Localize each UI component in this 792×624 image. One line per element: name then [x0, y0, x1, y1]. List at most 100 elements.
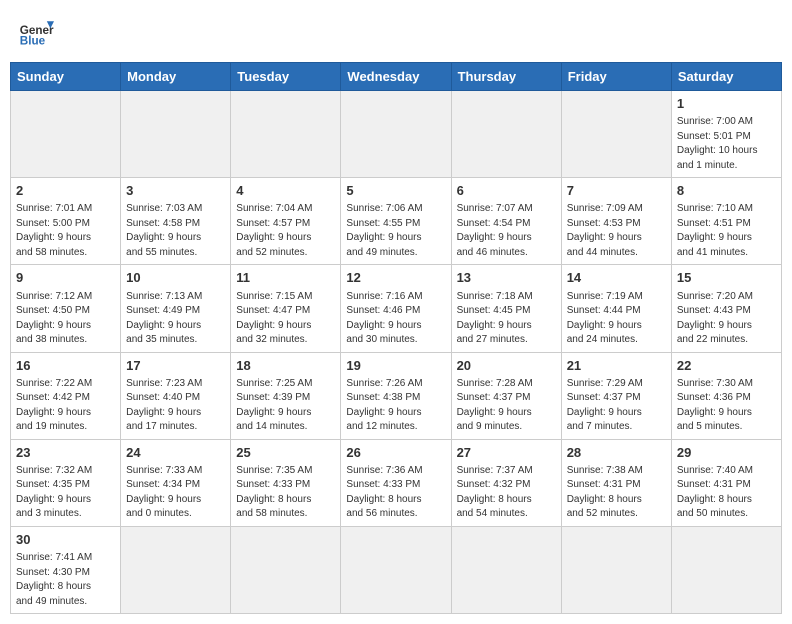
calendar-cell: 9 Sunrise: 7:12 AM Sunset: 4:50 PM Daylig… [11, 265, 121, 352]
day-info: Sunrise: 7:30 AM Sunset: 4:36 PM Dayligh… [677, 377, 776, 435]
calendar-cell [451, 526, 561, 613]
weekday-thursday: Thursday [451, 63, 561, 91]
calendar-cell: 26 Sunrise: 7:36 AM Sunset: 4:33 PM Dayli… [341, 439, 451, 526]
day-info: Sunrise: 7:37 AM Sunset: 4:32 PM Dayligh… [457, 464, 556, 522]
calendar-cell: 2 Sunrise: 7:01 AM Sunset: 5:00 PM Daylig… [11, 178, 121, 265]
week-row-2: 2 Sunrise: 7:01 AM Sunset: 5:00 PM Daylig… [11, 178, 782, 265]
calendar-cell: 30Sunrise: 7:41 AM Sunset: 4:30 PM Dayli… [11, 526, 121, 613]
day-info: Sunrise: 7:40 AM Sunset: 4:31 PM Dayligh… [677, 464, 776, 522]
day-number: 2 [16, 182, 115, 200]
day-number: 3 [126, 182, 225, 200]
calendar-cell: 10Sunrise: 7:13 AM Sunset: 4:49 PM Dayli… [121, 265, 231, 352]
day-number: 26 [346, 444, 445, 462]
day-info: Sunrise: 7:26 AM Sunset: 4:38 PM Dayligh… [346, 377, 445, 435]
calendar-cell: 28Sunrise: 7:38 AM Sunset: 4:31 PM Dayli… [561, 439, 671, 526]
calendar-cell [121, 526, 231, 613]
calendar-cell: 25 Sunrise: 7:35 AM Sunset: 4:33 PM Dayli… [231, 439, 341, 526]
calendar-cell: 1Sunrise: 7:00 AM Sunset: 5:01 PM Daylig… [671, 91, 781, 178]
week-row-4: 16 Sunrise: 7:22 AM Sunset: 4:42 PM Dayli… [11, 352, 782, 439]
page-header: General Blue [10, 10, 782, 54]
calendar-cell [561, 91, 671, 178]
day-number: 29 [677, 444, 776, 462]
calendar-cell: 17 Sunrise: 7:23 AM Sunset: 4:40 PM Dayli… [121, 352, 231, 439]
day-info: Sunrise: 7:29 AM Sunset: 4:37 PM Dayligh… [567, 377, 666, 435]
day-number: 25 [236, 444, 335, 462]
calendar-cell: 8 Sunrise: 7:10 AM Sunset: 4:51 PM Daylig… [671, 178, 781, 265]
day-info: Sunrise: 7:25 AM Sunset: 4:39 PM Dayligh… [236, 377, 335, 435]
day-number: 8 [677, 182, 776, 200]
day-number: 22 [677, 357, 776, 375]
calendar-cell [561, 526, 671, 613]
day-info: Sunrise: 7:12 AM Sunset: 4:50 PM Dayligh… [16, 290, 115, 348]
calendar-cell [121, 91, 231, 178]
calendar-cell: 29 Sunrise: 7:40 AM Sunset: 4:31 PM Dayli… [671, 439, 781, 526]
calendar-cell: 3 Sunrise: 7:03 AM Sunset: 4:58 PM Daylig… [121, 178, 231, 265]
day-number: 16 [16, 357, 115, 375]
calendar-cell [231, 91, 341, 178]
weekday-friday: Friday [561, 63, 671, 91]
day-info: Sunrise: 7:09 AM Sunset: 4:53 PM Dayligh… [567, 202, 666, 260]
calendar-cell: 12 Sunrise: 7:16 AM Sunset: 4:46 PM Dayli… [341, 265, 451, 352]
day-info: Sunrise: 7:35 AM Sunset: 4:33 PM Dayligh… [236, 464, 335, 522]
day-info: Sunrise: 7:20 AM Sunset: 4:43 PM Dayligh… [677, 290, 776, 348]
day-info: Sunrise: 7:13 AM Sunset: 4:49 PM Dayligh… [126, 290, 225, 348]
calendar-cell: 23Sunrise: 7:32 AM Sunset: 4:35 PM Dayli… [11, 439, 121, 526]
logo-icon: General Blue [18, 14, 54, 50]
day-info: Sunrise: 7:28 AM Sunset: 4:37 PM Dayligh… [457, 377, 556, 435]
day-info: Sunrise: 7:04 AM Sunset: 4:57 PM Dayligh… [236, 202, 335, 260]
day-info: Sunrise: 7:16 AM Sunset: 4:46 PM Dayligh… [346, 290, 445, 348]
weekday-saturday: Saturday [671, 63, 781, 91]
calendar-cell: 7Sunrise: 7:09 AM Sunset: 4:53 PM Daylig… [561, 178, 671, 265]
weekday-tuesday: Tuesday [231, 63, 341, 91]
day-number: 30 [16, 531, 115, 549]
day-info: Sunrise: 7:23 AM Sunset: 4:40 PM Dayligh… [126, 377, 225, 435]
svg-text:Blue: Blue [20, 35, 46, 48]
calendar-cell: 13 Sunrise: 7:18 AM Sunset: 4:45 PM Dayli… [451, 265, 561, 352]
day-info: Sunrise: 7:10 AM Sunset: 4:51 PM Dayligh… [677, 202, 776, 260]
day-number: 4 [236, 182, 335, 200]
calendar-table: SundayMondayTuesdayWednesdayThursdayFrid… [10, 62, 782, 614]
day-info: Sunrise: 7:03 AM Sunset: 4:58 PM Dayligh… [126, 202, 225, 260]
calendar-cell: 24Sunrise: 7:33 AM Sunset: 4:34 PM Dayli… [121, 439, 231, 526]
week-row-3: 9 Sunrise: 7:12 AM Sunset: 4:50 PM Daylig… [11, 265, 782, 352]
day-info: Sunrise: 7:01 AM Sunset: 5:00 PM Dayligh… [16, 202, 115, 260]
week-row-6: 30Sunrise: 7:41 AM Sunset: 4:30 PM Dayli… [11, 526, 782, 613]
weekday-wednesday: Wednesday [341, 63, 451, 91]
day-info: Sunrise: 7:15 AM Sunset: 4:47 PM Dayligh… [236, 290, 335, 348]
calendar-cell: 14Sunrise: 7:19 AM Sunset: 4:44 PM Dayli… [561, 265, 671, 352]
day-info: Sunrise: 7:07 AM Sunset: 4:54 PM Dayligh… [457, 202, 556, 260]
calendar-cell [341, 526, 451, 613]
day-info: Sunrise: 7:18 AM Sunset: 4:45 PM Dayligh… [457, 290, 556, 348]
day-number: 11 [236, 269, 335, 287]
day-info: Sunrise: 7:06 AM Sunset: 4:55 PM Dayligh… [346, 202, 445, 260]
weekday-monday: Monday [121, 63, 231, 91]
day-info: Sunrise: 7:22 AM Sunset: 4:42 PM Dayligh… [16, 377, 115, 435]
logo: General Blue [18, 14, 54, 50]
week-row-5: 23Sunrise: 7:32 AM Sunset: 4:35 PM Dayli… [11, 439, 782, 526]
day-number: 9 [16, 269, 115, 287]
day-info: Sunrise: 7:36 AM Sunset: 4:33 PM Dayligh… [346, 464, 445, 522]
calendar-cell: 16 Sunrise: 7:22 AM Sunset: 4:42 PM Dayli… [11, 352, 121, 439]
day-number: 5 [346, 182, 445, 200]
day-number: 12 [346, 269, 445, 287]
day-number: 19 [346, 357, 445, 375]
calendar-cell [11, 91, 121, 178]
day-number: 6 [457, 182, 556, 200]
day-number: 20 [457, 357, 556, 375]
day-number: 27 [457, 444, 556, 462]
day-number: 17 [126, 357, 225, 375]
day-number: 13 [457, 269, 556, 287]
day-number: 1 [677, 95, 776, 113]
calendar-cell: 15 Sunrise: 7:20 AM Sunset: 4:43 PM Dayli… [671, 265, 781, 352]
day-number: 24 [126, 444, 225, 462]
day-number: 14 [567, 269, 666, 287]
calendar-cell: 19 Sunrise: 7:26 AM Sunset: 4:38 PM Dayli… [341, 352, 451, 439]
day-number: 21 [567, 357, 666, 375]
calendar-cell: 27 Sunrise: 7:37 AM Sunset: 4:32 PM Dayli… [451, 439, 561, 526]
calendar-cell [231, 526, 341, 613]
day-number: 15 [677, 269, 776, 287]
day-number: 28 [567, 444, 666, 462]
calendar-cell: 18 Sunrise: 7:25 AM Sunset: 4:39 PM Dayli… [231, 352, 341, 439]
calendar-cell: 20 Sunrise: 7:28 AM Sunset: 4:37 PM Dayli… [451, 352, 561, 439]
day-number: 18 [236, 357, 335, 375]
